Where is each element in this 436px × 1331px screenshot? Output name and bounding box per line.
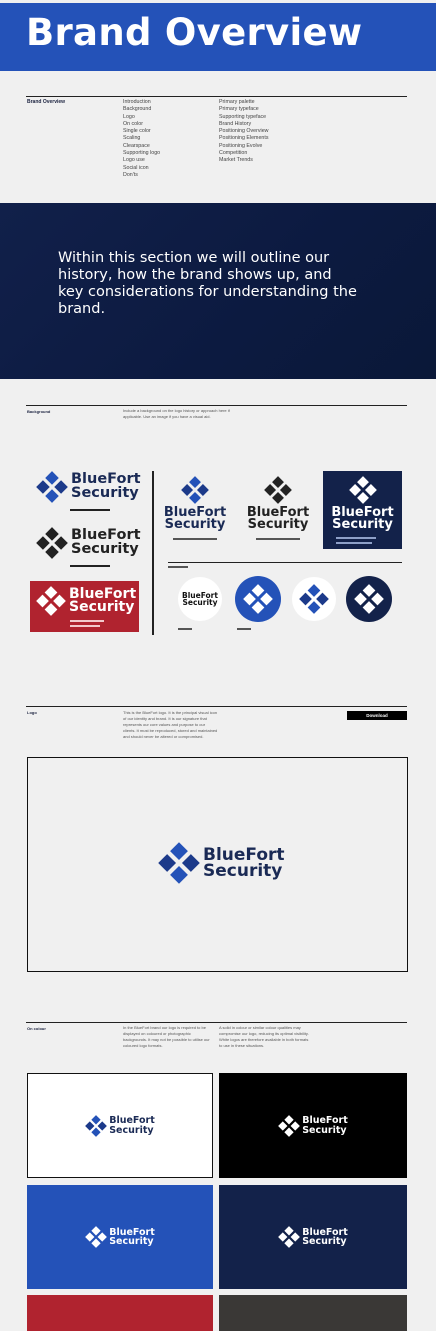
- caption-bar: [173, 537, 217, 540]
- contents-link[interactable]: Logo: [123, 114, 160, 121]
- on-colour-label: On colour: [27, 1026, 46, 1031]
- contents-link[interactable]: Scaling: [123, 135, 160, 142]
- wordmark-line2: Security: [71, 541, 139, 557]
- contents-link[interactable]: Primary typeface: [219, 106, 268, 113]
- caption-bar: [178, 628, 192, 630]
- logo-tile-blue: BlueFort Security: [27, 1185, 213, 1289]
- board-divider: [152, 471, 154, 635]
- logo-tile-black: BlueFort Security: [219, 1073, 407, 1178]
- contents-link[interactable]: Clearspace: [123, 143, 160, 150]
- brand-mark-icon: [36, 527, 68, 559]
- brand-mark-icon: [354, 584, 384, 614]
- wordmark-line2: Security: [69, 599, 135, 615]
- wordmark-line2: Security: [247, 517, 309, 533]
- logo-label: Logo: [27, 710, 37, 715]
- contents-link[interactable]: Logo use: [123, 157, 160, 164]
- brand-mark-icon: [181, 476, 209, 504]
- brand-mark-icon: [158, 842, 200, 884]
- logo-horizontal-black: BlueFort Security: [36, 527, 141, 567]
- wordmark-line2: Security: [109, 1124, 154, 1136]
- contents-link[interactable]: Competition: [219, 150, 268, 157]
- wordmark-line2: Security: [302, 1236, 347, 1247]
- contents-link[interactable]: Don'ts: [123, 172, 160, 179]
- contents-link[interactable]: Social icon: [123, 165, 160, 172]
- divider: [26, 1022, 407, 1023]
- contents-column-1: Introduction Background Logo On color Single…: [123, 99, 160, 179]
- wordmark-line2: Security: [182, 598, 218, 607]
- divider: [26, 96, 407, 97]
- divider: [26, 706, 407, 707]
- logo-stacked-blue: BlueFort Security: [164, 476, 226, 540]
- caption-bar: [70, 509, 110, 511]
- brand-mark-icon: [85, 1114, 108, 1137]
- contents-link[interactable]: Supporting typeface: [219, 114, 268, 121]
- overview-label: Brand Overview: [27, 99, 66, 105]
- social-icon-wordmark: BlueFort Security: [178, 577, 222, 621]
- wordmark-line2: Security: [109, 1236, 154, 1247]
- brand-mark-icon: [36, 586, 66, 616]
- caption-bar: [336, 542, 372, 544]
- caption-bar: [168, 566, 188, 568]
- logo-tile-charcoal: [219, 1295, 407, 1331]
- contents-link[interactable]: Background: [123, 106, 160, 113]
- caption-bar: [237, 628, 251, 630]
- brand-mark-icon: [278, 1114, 301, 1137]
- on-colour-description-right: A solid in colour or similar colour qual…: [219, 1025, 309, 1048]
- contents-column-2: Primary palette Primary typeface Supportin…: [219, 99, 268, 165]
- contents-link[interactable]: Positioning Elements: [219, 135, 268, 142]
- wordmark-line2: Security: [164, 517, 226, 533]
- brand-mark-icon: [278, 1226, 301, 1248]
- wordmark-line2: Security: [203, 861, 283, 881]
- logo-showcase: BlueFort Security: [27, 757, 408, 972]
- divider: [26, 405, 407, 406]
- wordmark-line2: Security: [302, 1124, 347, 1136]
- logo-on-red-tile: BlueFort Security: [30, 581, 139, 632]
- contents-link[interactable]: Positioning Evolve: [219, 143, 268, 150]
- social-icon-navy: [346, 576, 392, 622]
- caption-bar: [70, 565, 110, 567]
- logo-tile-white: BlueFort Security: [27, 1073, 213, 1178]
- icon-divider: [168, 562, 402, 563]
- wordmark-line2: Security: [332, 517, 393, 533]
- logo-description: This is the BlueFort logo. It is the pri…: [123, 710, 218, 739]
- brand-mark-icon: [299, 584, 329, 614]
- brand-mark-icon: [348, 476, 377, 504]
- page-title: Brand Overview: [26, 11, 363, 54]
- brand-mark-icon: [264, 476, 292, 504]
- logo-horizontal-blue: BlueFort Security: [36, 471, 141, 511]
- caption-bar: [70, 620, 104, 622]
- logo-on-navy-tile: BlueFort Security: [323, 471, 402, 549]
- contents-link[interactable]: Brand History: [219, 121, 268, 128]
- caption-bar: [336, 537, 376, 539]
- logo-tile-red: [27, 1295, 213, 1331]
- background-description: Include a background on the logo history…: [123, 408, 230, 419]
- caption-bar: [256, 537, 300, 540]
- brand-mark-icon: [36, 471, 68, 503]
- contents-link[interactable]: Introduction: [123, 99, 160, 106]
- contents-link[interactable]: Market Trends: [219, 157, 268, 164]
- background-label: Background: [27, 409, 51, 414]
- caption-bar: [70, 625, 100, 627]
- intro-band: Within this section we will outline our …: [0, 203, 436, 379]
- contents-link[interactable]: Primary palette: [219, 99, 268, 106]
- contents-link[interactable]: On color: [123, 121, 160, 128]
- social-icon-white: [292, 577, 336, 621]
- contents-link[interactable]: Single color: [123, 128, 160, 135]
- wordmark-line2: Security: [71, 485, 139, 501]
- logo-stacked-black: BlueFort Security: [247, 476, 309, 540]
- social-icon-blue: [235, 576, 281, 622]
- on-colour-description-left: In the BlueFort brand our logo is requir…: [123, 1025, 210, 1048]
- brand-mark-icon: [243, 584, 273, 614]
- contents-link[interactable]: Supporting logo: [123, 150, 160, 157]
- contents-link[interactable]: Positioning Overview: [219, 128, 268, 135]
- logo-tile-navy: BlueFort Security: [219, 1185, 407, 1289]
- page-header: Brand Overview: [0, 3, 436, 71]
- intro-text: Within this section we will outline our …: [58, 250, 357, 317]
- brand-mark-icon: [85, 1226, 108, 1248]
- download-button[interactable]: Download: [347, 711, 407, 720]
